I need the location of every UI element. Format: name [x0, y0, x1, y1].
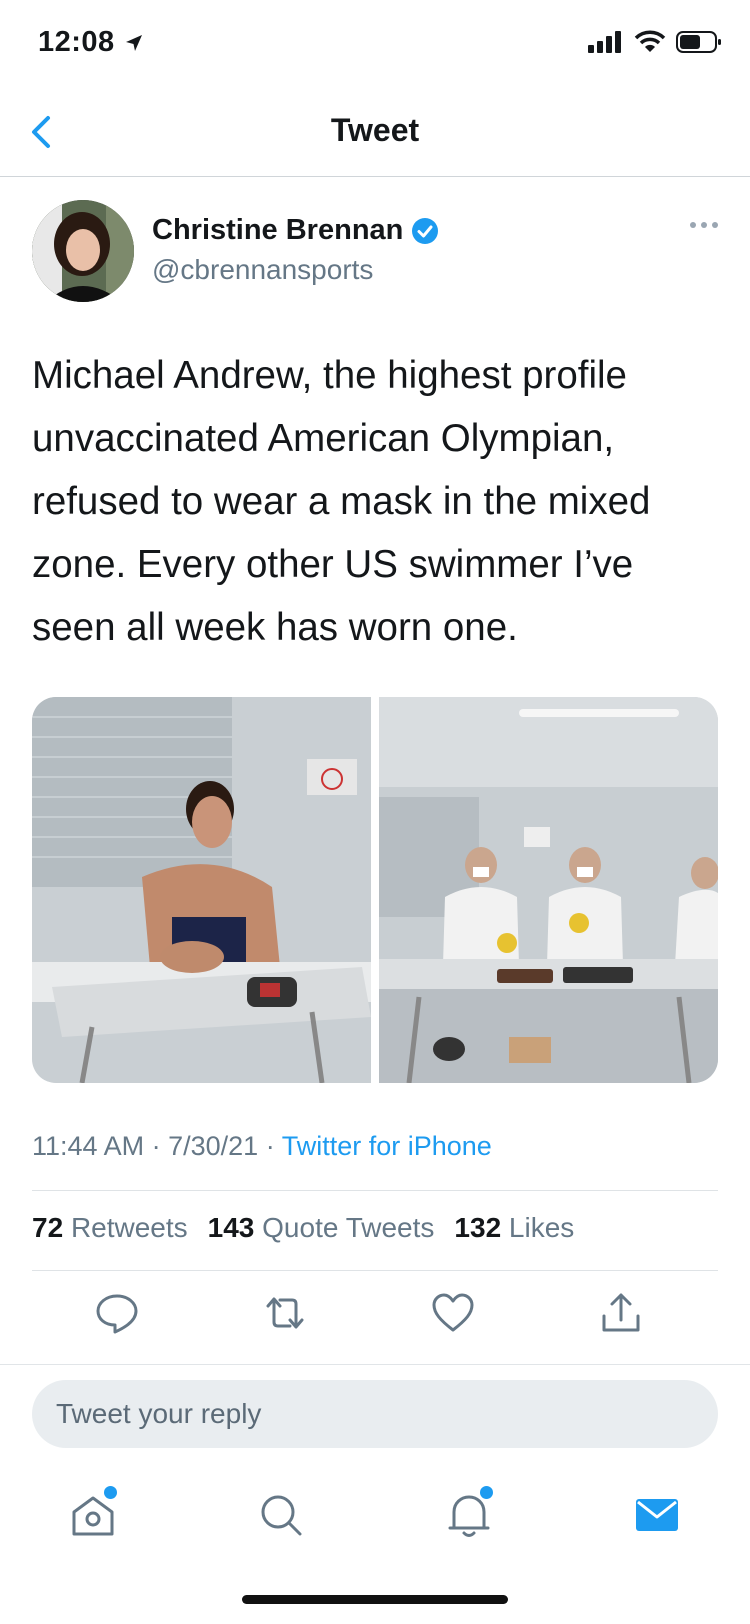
- page-title: Tweet: [330, 112, 420, 148]
- tweet-media: [32, 697, 718, 1083]
- signal-icon: [588, 31, 621, 53]
- author-handle[interactable]: @cbrennansports: [152, 254, 373, 286]
- home-indicator: [242, 1595, 508, 1604]
- tweet-text: Michael Andrew, the highest profile unva…: [32, 354, 651, 649]
- author-name[interactable]: Christine Brennan: [152, 214, 439, 247]
- home-badge: [102, 1484, 119, 1501]
- reply-icon[interactable]: [94, 1290, 140, 1336]
- wifi-icon: [634, 30, 666, 52]
- share-icon[interactable]: [598, 1290, 644, 1336]
- likes-stat[interactable]: 132 Likes: [454, 1212, 574, 1244]
- tweet-meta: 11:44 AM · 7/30/21 · Twitter for iPhone: [32, 1131, 492, 1161]
- avatar[interactable]: [32, 200, 134, 302]
- tweet-source-link[interactable]: Twitter for iPhone: [282, 1131, 492, 1161]
- tweet-time: 11:44 AM: [32, 1131, 145, 1161]
- tweet-actions: [32, 1290, 718, 1340]
- messages-icon[interactable]: [632, 1490, 682, 1540]
- retweet-icon[interactable]: [262, 1290, 308, 1336]
- status-bar-time: 12:08: [38, 26, 145, 59]
- navigation-bar: Tweet: [0, 90, 750, 177]
- notifications-badge: [478, 1484, 495, 1501]
- reply-placeholder: Tweet your reply: [56, 1398, 262, 1429]
- tweet-date: 7/30/21: [168, 1131, 259, 1161]
- like-icon[interactable]: [430, 1290, 476, 1336]
- divider: [32, 1270, 718, 1271]
- tweet-image-1[interactable]: [32, 697, 371, 1083]
- search-icon[interactable]: [256, 1490, 306, 1540]
- status-indicators: [588, 30, 722, 54]
- retweets-stat[interactable]: 72 Retweets: [32, 1212, 188, 1244]
- divider: [0, 1364, 750, 1365]
- tweet-stats: 72 Retweets 143 Quote Tweets 132 Likes: [32, 1212, 574, 1244]
- battery-icon: [676, 31, 721, 53]
- tweet-image-2[interactable]: [379, 697, 718, 1083]
- location-icon: [126, 35, 143, 52]
- reply-input[interactable]: Tweet your reply: [32, 1380, 718, 1448]
- quote-tweets-stat[interactable]: 143 Quote Tweets: [208, 1212, 435, 1244]
- divider: [32, 1190, 718, 1191]
- more-icon[interactable]: [690, 222, 718, 228]
- verified-icon: [412, 217, 439, 244]
